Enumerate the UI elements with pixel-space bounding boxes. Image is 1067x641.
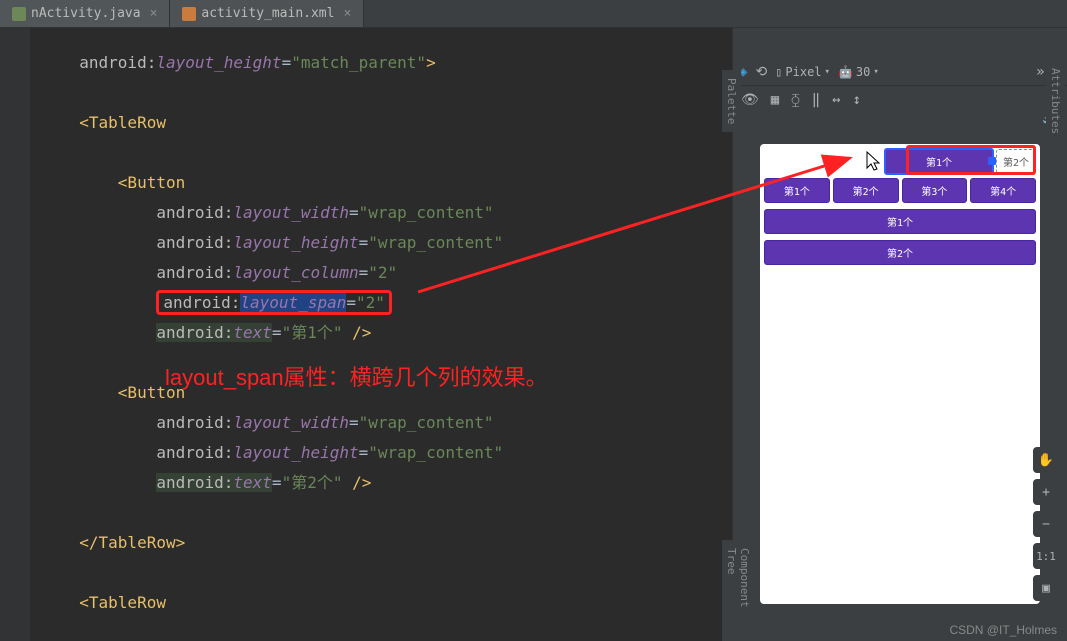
attr-value: "2" bbox=[356, 293, 385, 312]
grid-icon[interactable]: ▦ bbox=[771, 92, 779, 108]
code-editor[interactable]: android:layout_height="match_parent"> <T… bbox=[30, 28, 732, 641]
attr-value: "match_parent" bbox=[291, 53, 426, 72]
eye-icon[interactable]: 👁 bbox=[741, 92, 759, 108]
tag-tablerow: <TableRow bbox=[79, 113, 166, 132]
namespace: android: bbox=[156, 413, 233, 432]
red-annotation-text: layout_span属性：横跨几个列的效果。 bbox=[165, 363, 548, 393]
device-name: Pixel bbox=[785, 65, 821, 79]
attr-value: "wrap_content" bbox=[368, 233, 503, 252]
attr-name: text bbox=[233, 323, 272, 342]
preview-button[interactable]: 第2个 bbox=[833, 178, 899, 203]
namespace: android: bbox=[156, 323, 233, 342]
chevron-down-icon: ▾ bbox=[873, 67, 878, 77]
attr-name: layout_height bbox=[156, 53, 281, 72]
tab-bar: nActivity.java × activity_main.xml × bbox=[0, 0, 1067, 28]
preview-button-2-outline[interactable]: 第2个 bbox=[996, 149, 1036, 174]
tag-button: <Button bbox=[118, 173, 185, 192]
namespace: android: bbox=[156, 263, 233, 282]
namespace: android: bbox=[163, 293, 240, 312]
highlighted-attribute: android:layout_span="2" bbox=[156, 290, 392, 315]
xml-file-icon bbox=[182, 7, 196, 21]
device-selector[interactable]: ▯ Pixel ▾ bbox=[775, 65, 830, 79]
button-label: 第1个 bbox=[926, 158, 952, 169]
main-area: android:layout_height="match_parent"> <T… bbox=[0, 28, 1067, 641]
preview-button[interactable]: 第1个 bbox=[764, 178, 830, 203]
namespace: android: bbox=[156, 473, 233, 492]
attr-name: layout_height bbox=[233, 233, 358, 252]
attr-value: "2" bbox=[368, 263, 397, 282]
more-options-icon[interactable]: » bbox=[1036, 64, 1044, 80]
api-level: 30 bbox=[856, 65, 870, 79]
close-icon[interactable]: × bbox=[150, 6, 158, 21]
zoom-ratio-button[interactable]: 1:1 bbox=[1033, 543, 1059, 569]
preview-button-wide[interactable]: 第1个 bbox=[764, 209, 1036, 234]
attr-name: text bbox=[233, 473, 272, 492]
attributes-tab[interactable]: Attributes bbox=[1046, 60, 1065, 142]
vertical-icon[interactable]: ↕ bbox=[853, 92, 861, 108]
preview-row-1: 第1个 第2个 bbox=[764, 148, 1036, 174]
guidelines-icon[interactable]: ‖ bbox=[812, 92, 820, 108]
android-icon: 🤖 bbox=[838, 65, 853, 79]
chevron-down-icon: ▾ bbox=[825, 67, 830, 77]
attr-value: "wrap_content" bbox=[359, 413, 494, 432]
preview-button[interactable]: 第3个 bbox=[902, 178, 968, 203]
attr-name: layout_column bbox=[233, 263, 358, 282]
namespace: android: bbox=[156, 203, 233, 222]
preview-toolbar-second: 👁 ▦ ⧲ ‖ ↔ ↕ ? bbox=[733, 86, 1067, 114]
tag-tablerow-close: </TableRow> bbox=[79, 533, 185, 552]
tab-java[interactable]: nActivity.java × bbox=[0, 0, 170, 27]
attr-value: "wrap_content" bbox=[359, 203, 494, 222]
tools-bar: 🔧 bbox=[733, 114, 1067, 134]
preview-button-wide[interactable]: 第2个 bbox=[764, 240, 1036, 265]
editor-gutter bbox=[0, 28, 30, 641]
palette-tab[interactable]: Palette bbox=[722, 70, 741, 132]
zoom-out-button[interactable]: − bbox=[1033, 511, 1059, 537]
attr-value: "wrap_content" bbox=[368, 443, 503, 462]
attr-value: "第1个" bbox=[282, 323, 343, 342]
resize-handle-icon[interactable] bbox=[988, 157, 996, 165]
pan-icon[interactable]: ✋ bbox=[1033, 447, 1059, 473]
orientation-icon[interactable]: ⟲ bbox=[755, 64, 767, 80]
namespace: android: bbox=[79, 53, 156, 72]
attr-name: layout_width bbox=[233, 203, 349, 222]
horizontal-icon[interactable]: ↔ bbox=[832, 92, 840, 108]
attr-name: layout_height bbox=[233, 443, 358, 462]
device-preview[interactable]: 第1个 第2个 第1个 第2个 第3个 第4个 第1个 第2个 bbox=[760, 144, 1040, 604]
watermark-text: CSDN @IT_Holmes bbox=[949, 623, 1057, 637]
close-icon[interactable]: × bbox=[343, 6, 351, 21]
preview-row-2: 第1个 第2个 第3个 第4个 bbox=[764, 178, 1036, 203]
tab-xml-active[interactable]: activity_main.xml × bbox=[170, 0, 364, 27]
java-file-icon bbox=[12, 7, 26, 21]
attr-name: layout_width bbox=[233, 413, 349, 432]
preview-panel: ◈ ⟲ ▯ Pixel ▾ 🤖 30 ▾ » ▲ 👁 ▦ ⧲ ‖ ↔ ↕ ? bbox=[732, 28, 1067, 641]
phone-icon: ▯ bbox=[775, 65, 782, 79]
preview-button-1-selected[interactable]: 第1个 bbox=[884, 148, 994, 175]
magnet-icon[interactable]: ⧲ bbox=[791, 92, 799, 108]
namespace: android: bbox=[156, 233, 233, 252]
fit-screen-icon[interactable]: ▣ bbox=[1033, 575, 1059, 601]
namespace: android: bbox=[156, 443, 233, 462]
zoom-in-button[interactable]: + bbox=[1033, 479, 1059, 505]
attr-name-selected: layout_span bbox=[240, 293, 346, 312]
preview-toolbar-top: ◈ ⟲ ▯ Pixel ▾ 🤖 30 ▾ » ▲ bbox=[733, 58, 1067, 86]
attr-value: "第2个" bbox=[282, 473, 343, 492]
tab-label: nActivity.java bbox=[31, 6, 141, 21]
zoom-tools: ✋ + − 1:1 ▣ bbox=[1033, 447, 1059, 601]
tag-tablerow: <TableRow bbox=[79, 593, 166, 612]
tag-close: /> bbox=[352, 473, 371, 492]
preview-button[interactable]: 第4个 bbox=[970, 178, 1036, 203]
api-selector[interactable]: 🤖 30 ▾ bbox=[838, 65, 879, 79]
tag-close: /> bbox=[352, 323, 371, 342]
component-tree-tab[interactable]: Component Tree bbox=[722, 540, 754, 641]
tab-label: activity_main.xml bbox=[201, 6, 334, 21]
